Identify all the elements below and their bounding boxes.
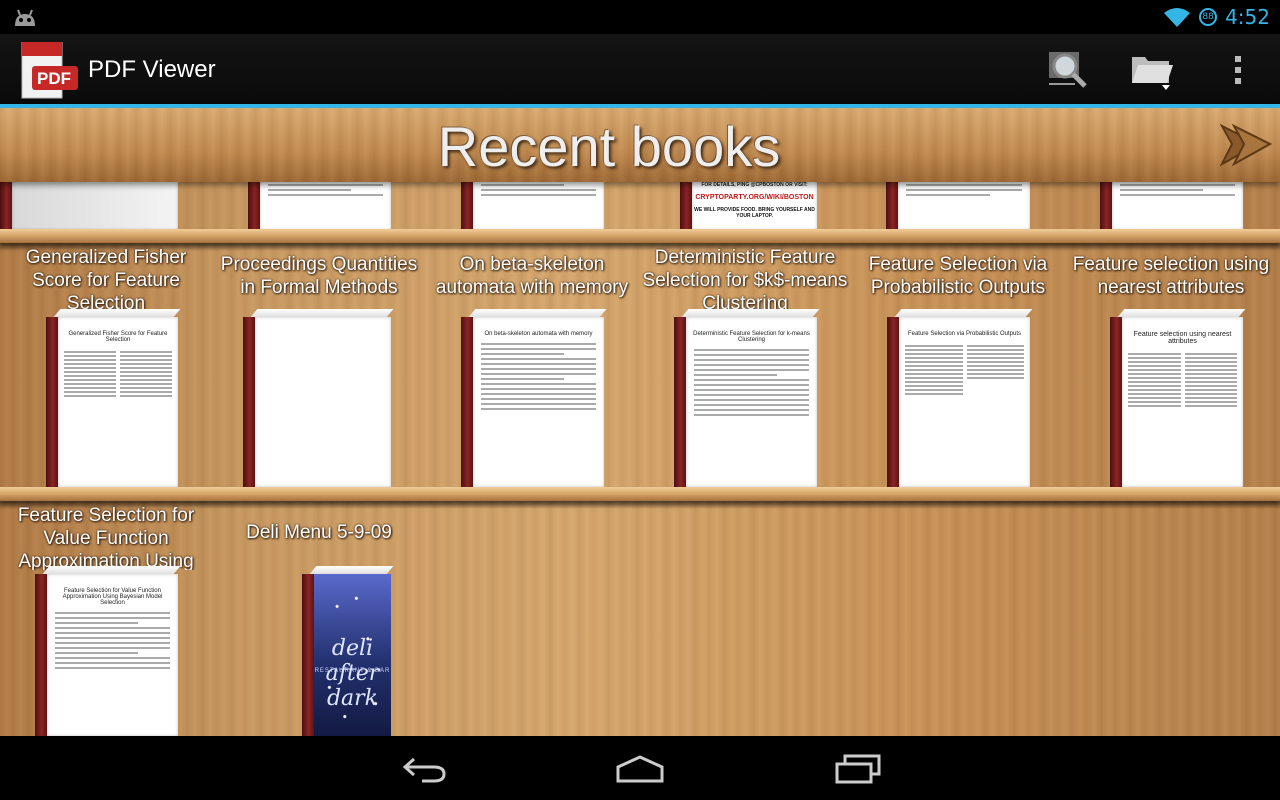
action-bar: PDF PDF Viewer xyxy=(0,34,1280,104)
book-proceedings-quantities[interactable] xyxy=(243,309,394,487)
book-deli-menu[interactable]: deli after dark RESTAURANT & BAR xyxy=(302,566,394,736)
book-title: Deterministic Feature Selection for $k$-… xyxy=(642,247,848,312)
shelf-plank-2 xyxy=(0,487,1280,501)
crypto-top-text: FOR DETAILS, PING @CPBOSTON OR VISIT: xyxy=(701,182,808,188)
back-icon xyxy=(402,757,446,783)
book-beta-skeleton[interactable]: On beta-skeleton automata with memory xyxy=(461,309,607,487)
book-title: Proceedings Quantities in Formal Methods xyxy=(220,254,418,298)
page-title: Deterministic Feature Selection for k-me… xyxy=(693,331,810,343)
folder-icon xyxy=(1132,57,1173,90)
search-icon xyxy=(1049,52,1087,88)
search-button[interactable] xyxy=(1043,48,1091,92)
shelf-title: Recent books xyxy=(437,115,781,178)
shelf-plank-1 xyxy=(0,229,1280,243)
book-probabilistic-outputs[interactable]: Feature Selection via Probabilistic Outp… xyxy=(887,309,1033,487)
wifi-icon xyxy=(1164,8,1191,27)
recent-apps-icon xyxy=(835,754,881,784)
book-nearest-attributes[interactable]: Feature selection using nearest attribut… xyxy=(1110,309,1246,487)
bookshelf: FOR DETAILS, PING @CPBOSTON OR VISIT: CR… xyxy=(0,108,1280,736)
book-title: Feature Selection for Value Function App… xyxy=(17,505,195,570)
overflow-menu-button[interactable] xyxy=(1214,48,1262,92)
book-generalized-fisher[interactable]: Generalized Fisher Score for Feature Sel… xyxy=(46,309,181,487)
deli-subtitle: RESTAURANT & BAR xyxy=(314,668,391,674)
book-title: Generalized Fisher Score for Feature Sel… xyxy=(25,247,187,312)
app-icon-label: PDF xyxy=(37,69,71,88)
book-value-function[interactable]: Feature Selection for Value Function App… xyxy=(35,566,181,736)
page-title: Feature Selection for Value Function App… xyxy=(62,588,163,606)
battery-level: 88 xyxy=(1202,12,1214,22)
crypto-url: CRYPTOPARTY.ORG/WIKI/BOSTON xyxy=(695,194,814,201)
overflow-menu-icon xyxy=(1235,56,1241,84)
shelf-header: Recent books xyxy=(0,108,1280,182)
book-deterministic-kmeans[interactable]: Deterministic Feature Selection for k-me… xyxy=(674,309,820,487)
android-notification-icon xyxy=(15,9,35,26)
app-title: PDF Viewer xyxy=(88,56,216,83)
next-shelf-arrow-icon[interactable] xyxy=(1218,116,1274,172)
page-title: On beta-skeleton automata with memory xyxy=(484,331,593,337)
page-title: Generalized Fisher Score for Feature Sel… xyxy=(68,331,168,343)
back-button[interactable] xyxy=(394,752,454,786)
clock: 4:52 xyxy=(1225,5,1270,29)
book-title: Deli Menu 5-9-09 xyxy=(246,522,392,543)
app-logo[interactable]: PDF xyxy=(18,41,80,100)
page-title: Feature selection using nearest attribut… xyxy=(1133,331,1232,345)
navigation-bar xyxy=(0,736,1280,800)
status-bar: 88 4:52 xyxy=(0,0,1280,34)
recent-apps-button[interactable] xyxy=(828,752,888,786)
page-title: Feature Selection via Probabilistic Outp… xyxy=(907,331,1022,337)
crypto-bottom-text: WE WILL PROVIDE FOOD. BRING YOURSELF AND… xyxy=(694,207,815,219)
book-title: On beta-skeleton automata with memory xyxy=(435,254,629,298)
home-button[interactable] xyxy=(610,752,670,786)
open-folder-button[interactable] xyxy=(1128,48,1176,92)
battery-icon: 88 xyxy=(1199,8,1218,26)
home-icon xyxy=(616,755,664,783)
book-title: Feature Selection via Probabilistic Outp… xyxy=(868,254,1048,298)
book-title: Feature selection using nearest attribut… xyxy=(1072,254,1270,298)
